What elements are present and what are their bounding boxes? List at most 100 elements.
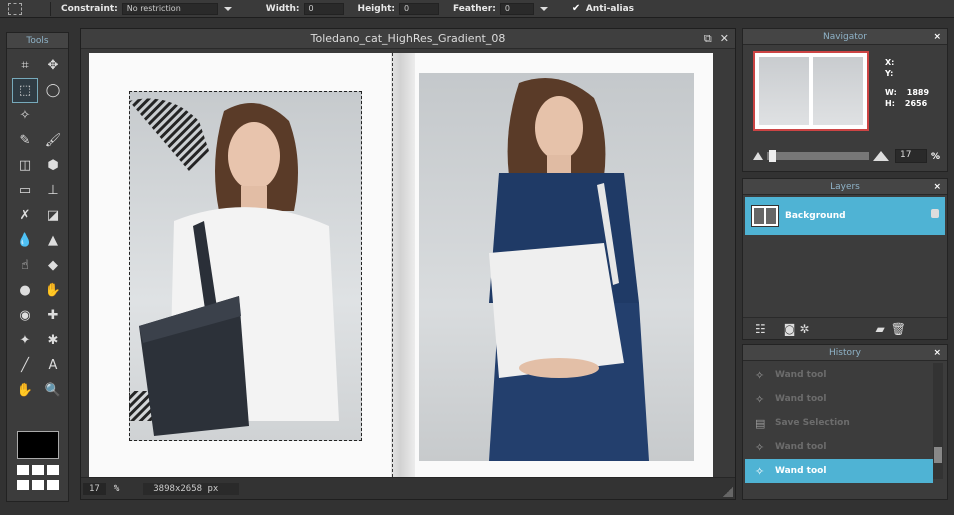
page-fold	[391, 53, 415, 477]
pinch-tool-icon[interactable]: ✱	[40, 328, 66, 353]
new-layer-icon[interactable]: ▰	[875, 322, 884, 336]
navigator-panel: Navigator × X: Y: W: 1889 H: 2656 17 %	[742, 28, 948, 172]
history-item[interactable]: ✧ Wand tool	[745, 435, 933, 459]
blur-tool-icon[interactable]: 💧	[12, 228, 38, 253]
history-item[interactable]: ✧ Wand tool	[745, 459, 933, 483]
feather-field[interactable]: 0	[499, 2, 534, 15]
history-item[interactable]: ✧ Wand tool	[745, 363, 933, 387]
restore-icon[interactable]: ⧉	[704, 32, 712, 46]
foreground-color-swatch[interactable]	[17, 431, 59, 459]
photo-editor-window: Constraint: No restriction Width: 0 Heig…	[0, 0, 954, 515]
image-dimensions: 3898x2658 px	[143, 482, 240, 495]
red-eye-tool-icon[interactable]: ◉	[12, 303, 38, 328]
stamp-tool-icon[interactable]: ⊥	[40, 178, 66, 203]
zoom-slider[interactable]	[753, 150, 889, 162]
zoom-out-icon[interactable]	[753, 152, 763, 160]
paint-bucket-tool-icon[interactable]: ⬢	[40, 153, 66, 178]
layer-styles-icon[interactable]: ✲	[799, 322, 809, 336]
sponge-tool-icon[interactable]: ◆	[40, 253, 66, 278]
zoom-in-icon[interactable]	[873, 151, 889, 161]
tools-panel-title: Tools	[7, 33, 68, 49]
bloat-tool-icon[interactable]: ✦	[12, 328, 38, 353]
y-label: Y:	[885, 69, 894, 78]
close-icon[interactable]: ×	[933, 345, 941, 361]
color-picker-tool-icon[interactable]: ╱	[12, 353, 38, 378]
layers-title: Layers ×	[743, 179, 947, 195]
type-tool-icon[interactable]: A	[40, 353, 66, 378]
magic-wand-icon: ✧	[755, 440, 765, 454]
marquee-tool-icon[interactable]: ⬚	[12, 78, 38, 103]
history-item-label: Wand tool	[775, 466, 827, 476]
history-item-label: Wand tool	[775, 394, 827, 404]
width-label: Width:	[265, 3, 300, 14]
navigator-thumbnail[interactable]	[753, 51, 869, 131]
history-panel: History × ✧ Wand tool ✧ Wand tool ▤ Save Sele…	[742, 344, 948, 500]
marquee-selection	[129, 91, 362, 441]
history-item[interactable]: ▤ Save Selection	[745, 411, 933, 435]
zoom-field[interactable]: 17	[83, 482, 106, 495]
layer-row[interactable]: Background	[745, 197, 945, 235]
width-field[interactable]: 0	[303, 2, 344, 15]
zoom-slider-knob[interactable]	[769, 150, 776, 162]
magic-wand-icon: ✧	[755, 464, 765, 478]
move-tool-icon[interactable]: ✥	[40, 53, 66, 78]
tools-panel: Tools ⌗ ✥ ⬚ ◯ ✧ ✎ 🖌 ◫ ⬢ ▭ ⊥ ✗ ◪ 💧 ▲ ☝ ◆ ● ✋ ◉ ✚ ✦ ✱ ╱ A ✋ 🔍	[6, 32, 69, 502]
smudge-tool-icon[interactable]: ☝	[12, 253, 38, 278]
navigator-zoom-field[interactable]: 17	[895, 149, 927, 163]
history-item[interactable]: ✧ Wand tool	[745, 387, 933, 411]
document-window: Toledano_cat_HighRes_Gradient_08 ⧉ ✕ 17 …	[80, 28, 736, 500]
hand-tool-icon[interactable]: ✋	[12, 378, 38, 403]
dodge-tool-icon[interactable]: ●	[12, 278, 38, 303]
brush-tool-icon[interactable]: 🖌	[40, 128, 66, 153]
history-item-label: Save Selection	[775, 418, 850, 428]
w-label: W:	[885, 88, 897, 97]
layer-settings-icon[interactable]: ☷	[755, 322, 766, 336]
history-item-label: Wand tool	[775, 370, 827, 380]
layers-title-text: Layers	[830, 182, 860, 192]
antialias-label: Anti-alias	[585, 3, 634, 14]
color-replace-tool-icon[interactable]: ✗	[12, 203, 38, 228]
history-list: ✧ Wand tool ✧ Wand tool ▤ Save Selection ✧ Wand…	[745, 363, 933, 483]
selection-mode-icon[interactable]	[8, 2, 22, 15]
magic-wand-tool-icon[interactable]: ✧	[12, 103, 38, 128]
options-bar: Constraint: No restriction Width: 0 Heig…	[0, 0, 954, 18]
zoom-slider-track[interactable]	[767, 150, 869, 162]
chevron-down-icon[interactable]	[223, 5, 232, 13]
trash-icon[interactable]: 🗑	[891, 322, 906, 336]
eraser-tool-icon[interactable]: ◫	[12, 153, 38, 178]
document-status-bar: 17 % 3898x2658 px	[81, 477, 735, 499]
drawing-tool-icon[interactable]: ◪	[40, 203, 66, 228]
layer-mask-icon[interactable]: ◙	[784, 322, 796, 336]
antialias-checkbox[interactable]: ✔ Anti-alias	[572, 3, 638, 14]
zoom-tool-icon[interactable]: 🔍	[40, 378, 66, 403]
constraint-select[interactable]: No restriction	[121, 2, 218, 15]
navigator-title: Navigator ×	[743, 29, 947, 45]
resize-handle-icon[interactable]	[723, 487, 733, 497]
magic-wand-icon: ✧	[755, 392, 765, 406]
document-controls: ⧉ ✕	[704, 32, 729, 46]
chevron-down-icon[interactable]	[539, 5, 548, 13]
crop-tool-icon[interactable]: ⌗	[12, 53, 38, 78]
zoom-unit: %	[113, 483, 120, 494]
scrollbar-thumb[interactable]	[934, 447, 942, 463]
tool-slot	[40, 103, 66, 128]
spot-heal-tool-icon[interactable]: ✚	[40, 303, 66, 328]
selection-seam	[392, 53, 393, 477]
close-icon[interactable]: ✕	[720, 32, 729, 46]
save-selection-icon: ▤	[755, 416, 766, 430]
close-icon[interactable]: ×	[933, 29, 941, 45]
lasso-tool-icon[interactable]: ◯	[40, 78, 66, 103]
burn-tool-icon[interactable]: ✋	[40, 278, 66, 303]
image-canvas[interactable]	[89, 53, 713, 477]
magic-wand-icon: ✧	[755, 368, 765, 382]
height-label: Height:	[357, 3, 396, 14]
h-label: H:	[885, 99, 895, 108]
history-title: History ×	[743, 345, 947, 361]
gradient-tool-icon[interactable]: ▭	[12, 178, 38, 203]
pencil-tool-icon[interactable]: ✎	[12, 128, 38, 153]
history-scrollbar[interactable]	[933, 363, 943, 479]
height-field[interactable]: 0	[399, 2, 440, 15]
background-color-swatch[interactable]	[17, 465, 59, 491]
close-icon[interactable]: ×	[933, 179, 941, 195]
sharpen-tool-icon[interactable]: ▲	[40, 228, 66, 253]
